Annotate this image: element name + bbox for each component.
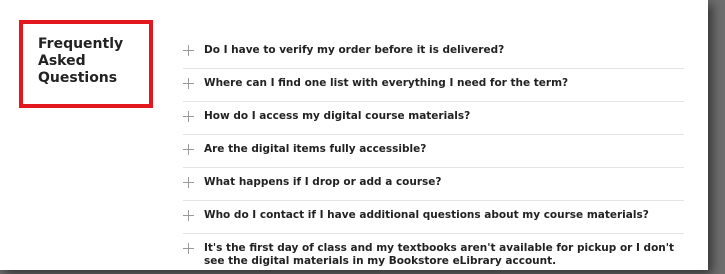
faq-question: What happens if I drop or add a course? [204, 176, 442, 188]
faq-question: Who do I contact if I have additional qu… [204, 209, 649, 221]
plus-icon [183, 177, 194, 188]
faq-item-term-list[interactable]: Where can I find one list with everythin… [183, 69, 684, 102]
faq-item-drop-add[interactable]: What happens if I drop or add a course? [183, 168, 684, 201]
faq-question: Where can I find one list with everythin… [204, 77, 569, 89]
plus-icon [183, 45, 194, 56]
faq-question: It's the first day of class and my textb… [204, 242, 674, 267]
faq-section: Frequently Asked Questions Do I have to … [0, 0, 708, 270]
faq-question: How do I access my digital course materi… [204, 110, 471, 122]
faq-item-verify-order[interactable]: Do I have to verify my order before it i… [183, 36, 684, 69]
plus-icon [183, 210, 194, 221]
plus-icon [183, 144, 194, 155]
faq-item-contact[interactable]: Who do I contact if I have additional qu… [183, 201, 684, 234]
faq-question: Do I have to verify my order before it i… [204, 44, 505, 56]
faq-list: Do I have to verify my order before it i… [183, 36, 684, 274]
faq-item-first-day[interactable]: It's the first day of class and my textb… [183, 234, 684, 274]
faq-item-digital-access[interactable]: How do I access my digital course materi… [183, 102, 684, 135]
plus-icon [183, 78, 194, 89]
faq-item-accessibility[interactable]: Are the digital items fully accessible? [183, 135, 684, 168]
faq-question: Are the digital items fully accessible? [204, 143, 427, 155]
plus-icon [183, 111, 194, 122]
faq-heading: Frequently Asked Questions [38, 36, 124, 86]
plus-icon [183, 243, 194, 254]
